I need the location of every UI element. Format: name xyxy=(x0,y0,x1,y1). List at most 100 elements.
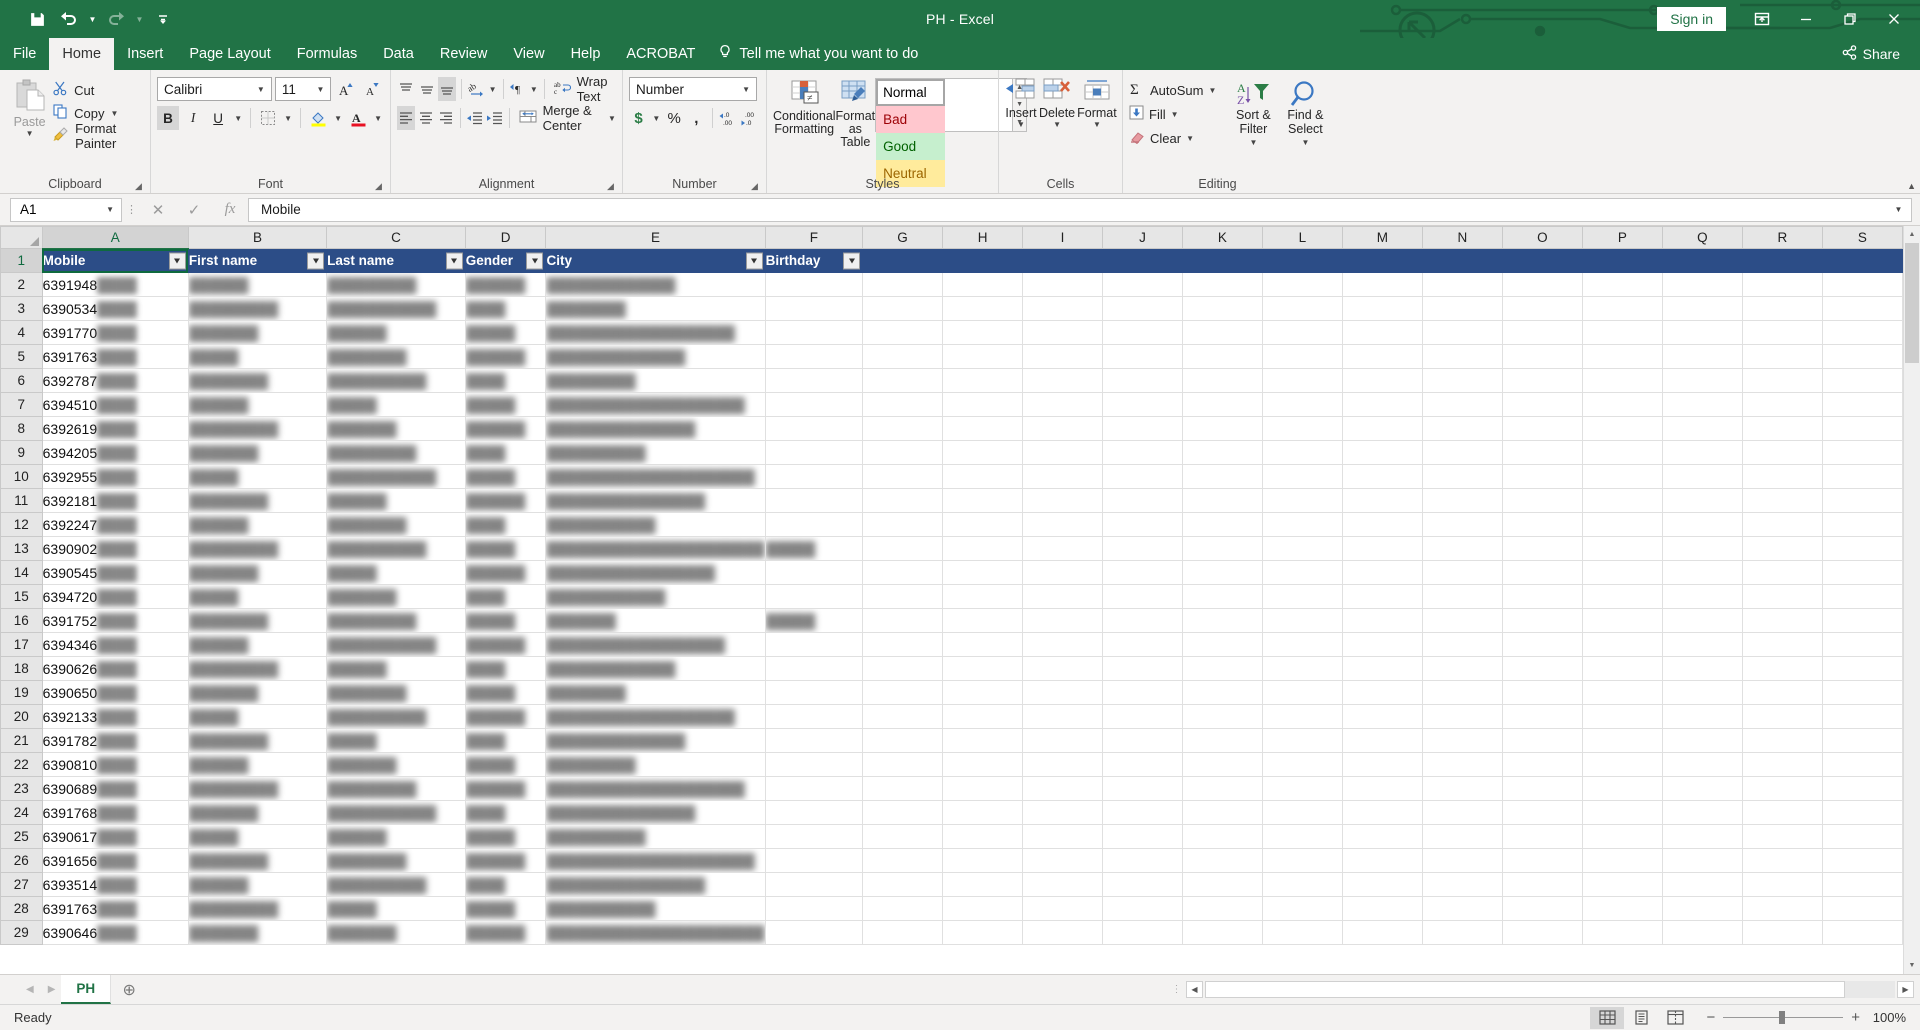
cell-l29[interactable] xyxy=(1262,920,1343,945)
cell-e1-city[interactable]: City xyxy=(545,248,766,273)
cell-c26[interactable]: ████████ xyxy=(326,848,466,873)
cell-q15[interactable] xyxy=(1662,584,1743,609)
cell-q23[interactable] xyxy=(1662,776,1743,801)
cell-m27[interactable] xyxy=(1342,872,1423,897)
row-header-28[interactable]: 28 xyxy=(0,896,43,921)
bold-button[interactable]: B xyxy=(157,106,180,130)
cell-a9[interactable]: 6394205████ xyxy=(42,440,189,465)
cell-o1[interactable] xyxy=(1502,248,1583,273)
row-header-19[interactable]: 19 xyxy=(0,680,43,705)
cell-l13[interactable] xyxy=(1262,536,1343,561)
cell-n5[interactable] xyxy=(1422,344,1503,369)
cell-q1[interactable] xyxy=(1662,248,1743,273)
cell-a13[interactable]: 6390902████ xyxy=(42,536,189,561)
cell-c4[interactable]: ██████ xyxy=(326,320,466,345)
cell-k15[interactable] xyxy=(1182,584,1263,609)
cell-l22[interactable] xyxy=(1262,752,1343,777)
cell-d19[interactable]: █████ xyxy=(465,680,547,705)
cell-a2[interactable]: 6391948████ xyxy=(42,272,189,297)
cell-d13[interactable]: █████ xyxy=(465,536,547,561)
cell-d28[interactable]: █████ xyxy=(465,896,547,921)
cell-i11[interactable] xyxy=(1022,488,1103,513)
cell-p17[interactable] xyxy=(1582,632,1663,657)
cell-p14[interactable] xyxy=(1582,560,1663,585)
zoom-track[interactable] xyxy=(1723,1011,1844,1024)
cell-m18[interactable] xyxy=(1342,656,1423,681)
cell-q27[interactable] xyxy=(1662,872,1743,897)
cell-h4[interactable] xyxy=(942,320,1024,345)
cell-k22[interactable] xyxy=(1182,752,1263,777)
cell-b10[interactable]: █████ xyxy=(188,464,328,489)
cell-d17[interactable]: ██████ xyxy=(465,632,547,657)
cell-j2[interactable] xyxy=(1102,272,1183,297)
cell-d12[interactable]: ████ xyxy=(465,512,547,537)
cell-j7[interactable] xyxy=(1102,392,1183,417)
format-cells-button[interactable]: Format ▼ xyxy=(1077,78,1117,129)
cell-k20[interactable] xyxy=(1182,704,1263,729)
cell-n27[interactable] xyxy=(1422,872,1503,897)
cell-c25[interactable]: ██████ xyxy=(326,824,466,849)
cell-j9[interactable] xyxy=(1102,440,1183,465)
horizontal-scrollbar[interactable]: ⋮ ◀ ▶ xyxy=(1168,975,1920,1004)
cell-d23[interactable]: ██████ xyxy=(465,776,547,801)
cell-b13[interactable]: █████████ xyxy=(188,536,328,561)
cell-g26[interactable] xyxy=(862,848,944,873)
autosum-dropdown-icon[interactable]: ▼ xyxy=(1208,86,1216,95)
cell-j5[interactable] xyxy=(1102,344,1183,369)
filter-dropdown-birthday[interactable] xyxy=(843,252,861,269)
cell-e15[interactable]: ████████████ xyxy=(545,584,766,609)
font-size-dropdown-icon[interactable]: ▼ xyxy=(313,85,329,94)
column-header-r[interactable]: R xyxy=(1741,226,1823,249)
cell-g4[interactable] xyxy=(862,320,944,345)
cell-o22[interactable] xyxy=(1502,752,1583,777)
row-header-29[interactable]: 29 xyxy=(0,920,43,945)
cell-p25[interactable] xyxy=(1582,824,1663,849)
zoom-level-label[interactable]: 100% xyxy=(1860,1010,1906,1025)
cell-m11[interactable] xyxy=(1342,488,1423,513)
cell-h27[interactable] xyxy=(942,872,1024,897)
cell-m3[interactable] xyxy=(1342,296,1423,321)
cell-i8[interactable] xyxy=(1022,416,1103,441)
cell-f14[interactable] xyxy=(765,560,864,585)
scroll-up-icon[interactable]: ▲ xyxy=(1904,226,1920,243)
tab-help[interactable]: Help xyxy=(558,38,614,70)
cell-c6[interactable]: ██████████ xyxy=(326,368,466,393)
cell-style-normal[interactable]: Normal xyxy=(876,79,946,106)
cell-b20[interactable]: █████ xyxy=(188,704,328,729)
cell-a6[interactable]: 6392787████ xyxy=(42,368,189,393)
number-format-dropdown-icon[interactable]: ▼ xyxy=(738,85,754,94)
cell-a16[interactable]: 6391752████ xyxy=(42,608,189,633)
cell-q14[interactable] xyxy=(1662,560,1743,585)
page-break-preview-icon[interactable] xyxy=(1658,1007,1692,1029)
tab-acrobat[interactable]: ACROBAT xyxy=(613,38,708,70)
cell-g13[interactable] xyxy=(862,536,944,561)
fill-color-icon[interactable] xyxy=(307,106,329,130)
cell-b14[interactable]: ███████ xyxy=(188,560,328,585)
clear-dropdown-icon[interactable]: ▼ xyxy=(1186,134,1194,143)
horizontal-scroll-thumb[interactable] xyxy=(1205,981,1845,998)
cell-k6[interactable] xyxy=(1182,368,1263,393)
cell-k21[interactable] xyxy=(1182,728,1263,753)
cell-b6[interactable]: ████████ xyxy=(188,368,328,393)
cell-l28[interactable] xyxy=(1262,896,1343,921)
find-select-button[interactable]: Find & Select ▼ xyxy=(1280,80,1330,150)
cell-f15[interactable] xyxy=(765,584,864,609)
cell-g17[interactable] xyxy=(862,632,944,657)
cell-r2[interactable] xyxy=(1742,272,1823,297)
tab-home[interactable]: Home xyxy=(49,38,115,70)
cell-k7[interactable] xyxy=(1182,392,1263,417)
cell-o3[interactable] xyxy=(1502,296,1583,321)
cell-n11[interactable] xyxy=(1422,488,1503,513)
cell-q2[interactable] xyxy=(1662,272,1743,297)
cell-q12[interactable] xyxy=(1662,512,1743,537)
cell-s5[interactable] xyxy=(1822,344,1903,369)
cell-e6[interactable]: █████████ xyxy=(545,368,766,393)
cell-q10[interactable] xyxy=(1662,464,1743,489)
cell-i4[interactable] xyxy=(1022,320,1103,345)
cell-h24[interactable] xyxy=(942,800,1024,825)
delete-dropdown-icon[interactable]: ▼ xyxy=(1053,120,1061,129)
percent-format-icon[interactable]: % xyxy=(665,106,684,130)
cell-e14[interactable]: █████████████████ xyxy=(545,560,766,585)
cell-h12[interactable] xyxy=(942,512,1024,537)
cell-b15[interactable]: █████ xyxy=(188,584,328,609)
